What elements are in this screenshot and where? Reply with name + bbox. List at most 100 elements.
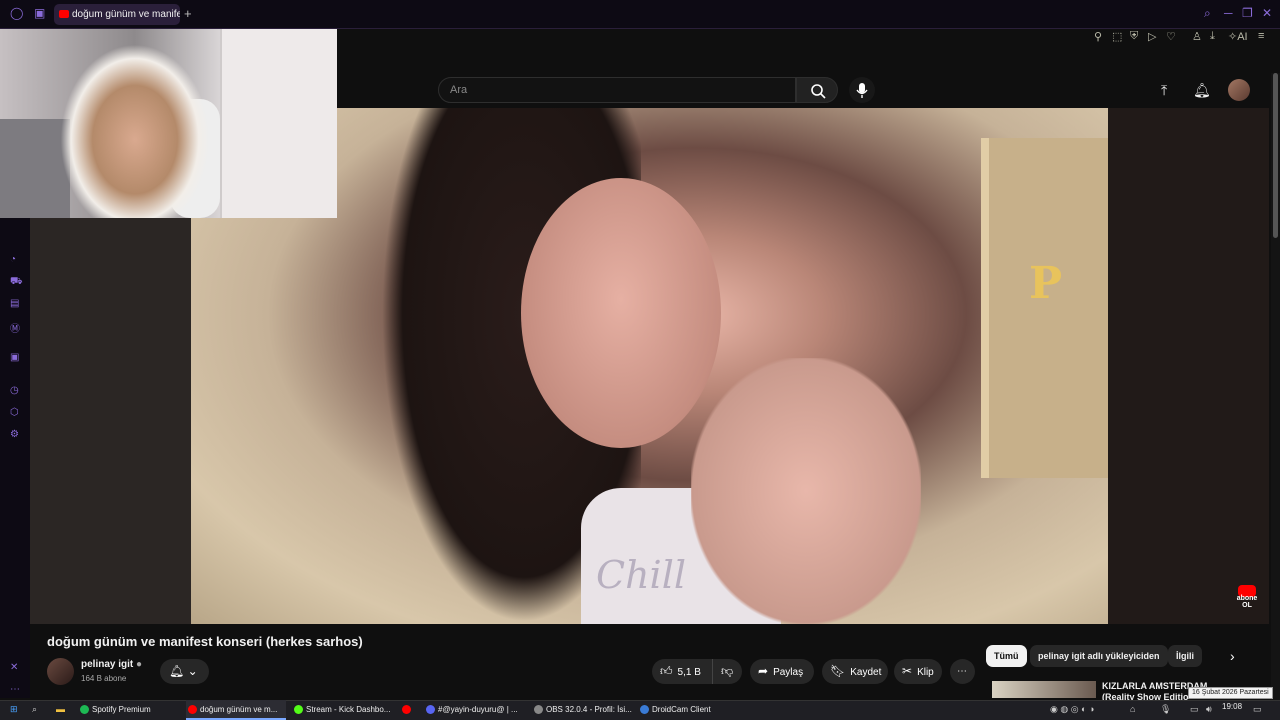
page-scrollbar[interactable] [1271,73,1280,700]
download-icon[interactable]: ⤓ [1210,30,1215,43]
tray-icons[interactable]: ◉ ◍ ◎ ◐ ◑ [1050,704,1094,715]
notifications-icon[interactable]: 🔔︎ [1193,82,1211,99]
chip-related[interactable]: İlgili [1168,645,1202,667]
browser-sidebar [0,218,30,698]
new-tab-button[interactable]: + [184,6,192,21]
webcam-overlay [0,29,337,218]
tray-mic-icon[interactable]: 🎙︎ [1160,704,1171,715]
upload-icon[interactable]: ⤒ [1161,82,1167,99]
play-icon[interactable]: ▷ [1148,30,1156,43]
record-icon [402,705,411,714]
like-button[interactable]: 👍︎ 5,1 B [652,659,712,684]
account-avatar[interactable] [1228,79,1250,101]
chip-all[interactable]: Tümü [986,645,1027,667]
kick-icon [294,705,303,714]
browser-tab-active[interactable]: doğum günüm ve manifest [54,4,180,25]
menu-icon[interactable]: ≡ [1258,30,1264,42]
minimize-icon[interactable]: ─ [1224,6,1233,20]
sidebar-history-icon[interactable]: ◷ [10,385,19,396]
sidebar-speed-dial-icon[interactable]: ◔ [10,254,16,265]
clip-label: Klip [917,667,934,678]
sidebar-bag-icon[interactable]: ⛟ [10,276,23,289]
voice-search-button[interactable] [849,77,875,103]
taskbar-item-label: Spotify Premium [92,705,151,714]
taskbar-clock[interactable]: 19:08 [1222,702,1242,711]
dislike-button[interactable]: 👎︎ [712,659,742,684]
ai-sparkle-icon: ✧ [1228,31,1238,43]
search-button[interactable] [796,77,838,103]
shield-icon[interactable]: ⛨ [1130,30,1138,43]
ai-label: AI [1237,31,1248,43]
file-explorer-icon[interactable]: ▬ [56,704,65,714]
taskbar-item-label: DroidCam Client [652,705,711,714]
taskbar-item-label: #@yayin-duyuru@ | ... [438,705,518,714]
start-icon[interactable]: ⊞ [10,704,18,715]
chevron-down-icon: ⌄ [187,664,198,678]
channel-avatar[interactable] [47,658,74,685]
save-button[interactable]: 🔖︎ Kaydet [822,659,888,684]
restore-icon[interactable]: ❐ [1242,6,1253,20]
tray-network-icon[interactable]: ⌂ [1130,704,1135,714]
like-count: 5,1 B [677,667,701,678]
webcam-wardrobe [220,29,337,218]
workspaces-icon[interactable]: ▣ [34,6,45,20]
microphone-icon [856,83,868,98]
browser-tab-bar [0,0,1280,29]
taskbar-item-kick[interactable]: Stream - Kick Dashbo... [292,700,396,720]
notification-center-icon[interactable]: ▭ [1253,704,1262,715]
heart-icon[interactable]: ♡ [1166,30,1176,43]
close-window-icon[interactable]: ✕ [1262,6,1272,20]
channel-name-text: pelinay igit [81,659,134,670]
hand-image [691,358,921,624]
sidebar-settings-icon[interactable]: ⚙ [10,429,19,440]
sidebar-gallery-icon[interactable]: ▤ [10,298,19,309]
tray-display-icon[interactable]: ▭ [1190,704,1199,715]
bell-icon: 🔔︎ [169,664,185,678]
channel-name[interactable]: pelinay igit ● [81,659,142,670]
pin-icon[interactable]: ⚲ [1094,30,1102,43]
subscribe-watermark[interactable]: abone OL [1232,585,1262,609]
taskbar-item-discord[interactable]: #@yayin-duyuru@ | ... [424,700,524,720]
tray-volume-icon[interactable]: 🔊︎ [1206,704,1212,715]
scrollbar-thumb[interactable] [1273,73,1278,238]
screenshot-icon[interactable]: ⬚ [1112,30,1122,43]
taskbar-item-browser[interactable]: doğum günüm ve m... [186,700,286,720]
save-label: Kaydet [850,667,882,678]
video-letterbox-right [1108,108,1269,624]
taskbar-search-icon[interactable]: ⌕ [32,704,37,715]
sidebar-messenger-icon[interactable]: Ⓜ [10,320,20,335]
taskbar-item-obs[interactable]: OBS 32.0.4 - Profil: İsi... [532,700,632,720]
scissors-icon: ✂ [902,664,913,678]
profile-icon[interactable]: ♙ [1192,30,1202,43]
video-title: doğum günüm ve manifest konseri (herkes … [47,634,363,649]
share-label: Paylaş [773,667,804,678]
sidebar-more-icon[interactable]: ⋯ [10,684,20,695]
subscriber-count: 164 B abone [81,674,127,683]
browser-logo-icon[interactable]: ◯ [10,6,23,20]
taskbar-item-recorder[interactable] [400,700,420,720]
sidebar-extensions-icon[interactable]: ⬡ [10,407,19,418]
webcam-streamer [60,44,210,218]
thumbs-up-icon: 👍︎ [660,664,673,678]
sidebar-twitch-icon[interactable]: ▣ [10,352,19,363]
chip-uploader[interactable]: pelinay igit adlı yükleyiciden [1030,645,1168,667]
search-input[interactable]: Ara [438,77,796,103]
taskbar-item-label: doğum günüm ve m... [200,705,278,714]
taskbar-item-spotify[interactable]: Spotify Premium [78,700,178,720]
chips-next-icon[interactable]: › [1230,648,1235,664]
obs-icon [534,705,543,714]
sidebar-gx-icon[interactable]: ✕ [10,662,18,673]
more-actions-button[interactable]: ⋯ [950,659,975,684]
subscription-bell-button[interactable]: 🔔︎ ⌄ [160,659,209,684]
share-button[interactable]: ➦ Paylaş [750,659,814,684]
clip-button[interactable]: ✂ Klip [894,659,942,684]
taskbar-item-label: OBS 32.0.4 - Profil: İsi... [546,705,632,714]
taskbar-item-label: Stream - Kick Dashbo... [306,705,391,714]
shirt-text: Chill [596,553,687,597]
search-icon [811,84,826,99]
recommended-thumbnail[interactable] [992,681,1096,698]
search-tabs-icon[interactable]: ⌕ [1204,6,1211,21]
bookmark-icon: 🔖︎ [830,664,846,678]
ai-button[interactable]: ✧AI [1228,30,1248,43]
taskbar-item-droidcam[interactable]: DroidCam Client [638,700,728,720]
